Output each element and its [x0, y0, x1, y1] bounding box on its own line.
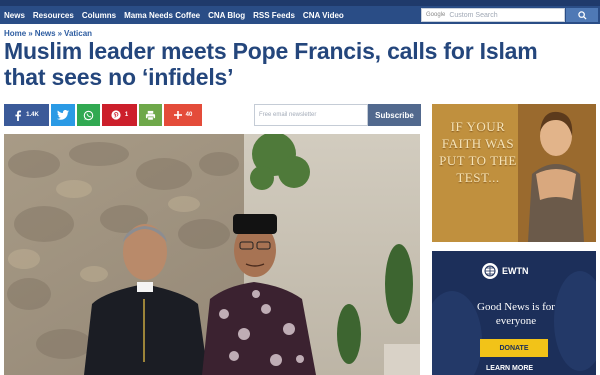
ewtn-tagline: Good News is for everyone — [477, 301, 555, 327]
donate-button[interactable]: DONATE — [480, 339, 548, 357]
share-bar: 1.4K 1 40 — [4, 104, 202, 126]
ad-faith-text: IF YOUR FAITH WAS PUT TO THE TEST... — [439, 119, 517, 185]
share-pinterest-button[interactable]: 1 — [102, 104, 137, 126]
newsletter-email-field[interactable]: Free email newsletter — [254, 104, 368, 126]
nav-item-cna-video[interactable]: CNA Video — [303, 11, 344, 20]
search-input[interactable]: Google Custom Search — [421, 8, 565, 22]
article-headline: Muslim leader meets Pope Francis, calls … — [4, 38, 538, 90]
breadcrumb-separator: » — [57, 29, 63, 38]
pinterest-count: 1 — [124, 112, 129, 118]
nav-item-columns[interactable]: Columns — [82, 11, 116, 20]
more-count: 40 — [185, 112, 193, 118]
share-more-button[interactable]: 40 — [164, 104, 202, 126]
ewtn-brand: EWTN — [502, 266, 529, 276]
learn-more-link[interactable]: LEARN MORE — [486, 365, 533, 372]
nav-item-news[interactable]: News — [4, 11, 25, 20]
whatsapp-icon — [83, 110, 94, 120]
twitter-icon — [57, 110, 69, 120]
share-facebook-button[interactable]: 1.4K — [4, 104, 49, 126]
globe-icon — [482, 263, 498, 279]
nav-item-mama-needs-coffee[interactable]: Mama Needs Coffee — [124, 11, 200, 20]
breadcrumb: Home» News» Vatican — [4, 29, 92, 38]
share-twitter-button[interactable] — [51, 104, 75, 126]
ad-faith-test[interactable]: IF YOUR FAITH WAS PUT TO THE TEST... — [432, 104, 596, 242]
article-photo-illustration — [4, 134, 420, 375]
facebook-icon — [15, 110, 22, 121]
breadcrumb-separator: » — [28, 29, 33, 38]
nav-item-rss-feeds[interactable]: RSS Feeds — [253, 11, 295, 20]
nav-item-resources[interactable]: Resources — [33, 11, 74, 20]
article-photo[interactable] — [4, 134, 420, 375]
nav-item-cna-blog[interactable]: CNA Blog — [208, 11, 245, 20]
search-google-label: Google — [426, 12, 446, 18]
newsletter-placeholder: Free email newsletter — [259, 112, 317, 118]
pinterest-icon — [111, 110, 121, 120]
breadcrumb-vatican[interactable]: Vatican — [64, 29, 92, 38]
print-icon — [145, 110, 156, 120]
plus-icon — [173, 111, 182, 119]
share-print-button[interactable] — [139, 104, 162, 126]
share-whatsapp-button[interactable] — [77, 104, 100, 126]
facebook-count: 1.4K — [26, 112, 39, 118]
search-button[interactable] — [566, 8, 598, 22]
breadcrumb-news[interactable]: News — [35, 29, 56, 38]
breadcrumb-home[interactable]: Home — [4, 29, 26, 38]
ewtn-logo: EWTN — [482, 263, 529, 279]
subscribe-button[interactable]: Subscribe — [368, 104, 421, 126]
search-icon — [577, 10, 587, 20]
search-placeholder: Custom Search — [449, 11, 498, 19]
